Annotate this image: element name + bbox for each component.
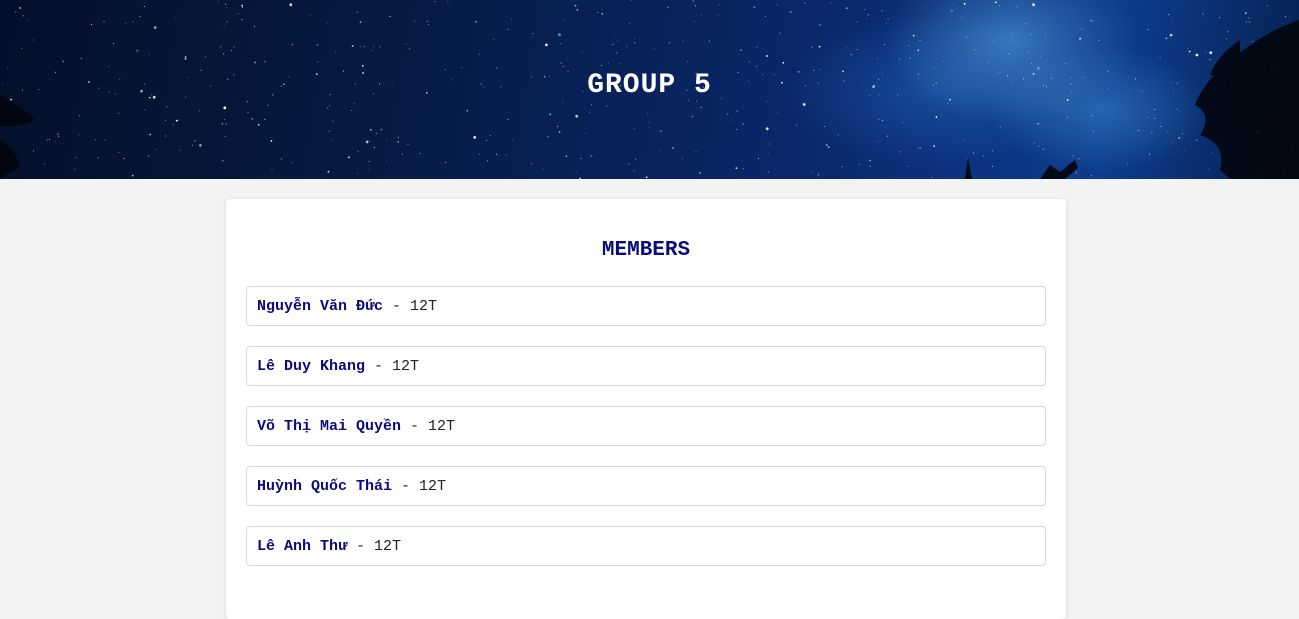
member-separator: - bbox=[392, 477, 420, 495]
member-item: Võ Thị Mai Quyền - 12T bbox=[246, 406, 1046, 446]
header-banner: GROUP 5 bbox=[0, 0, 1299, 179]
member-item: Lê Anh Thư - 12T bbox=[246, 526, 1046, 566]
member-separator: - bbox=[365, 357, 393, 375]
member-name: Võ Thị Mai Quyền bbox=[257, 417, 402, 435]
member-item: Lê Duy Khang - 12T bbox=[246, 346, 1046, 386]
member-separator: - bbox=[383, 297, 411, 315]
page-title: GROUP 5 bbox=[587, 70, 712, 101]
members-list: Nguyễn Văn Đức - 12T Lê Duy Khang - 12T … bbox=[246, 286, 1046, 586]
member-item: Nguyễn Văn Đức - 12T bbox=[246, 286, 1046, 326]
member-class: 12T bbox=[392, 357, 420, 375]
member-separator: - bbox=[401, 417, 429, 435]
member-name: Nguyễn Văn Đức bbox=[257, 297, 384, 315]
member-name: Huỳnh Quốc Thái bbox=[257, 477, 393, 495]
member-class: 12T bbox=[374, 537, 402, 555]
member-class: 12T bbox=[419, 477, 447, 495]
members-card: MEMBERS Nguyễn Văn Đức - 12T Lê Duy Khan… bbox=[226, 199, 1066, 619]
member-class: 12T bbox=[410, 297, 438, 315]
member-separator: - bbox=[347, 537, 375, 555]
members-heading: MEMBERS bbox=[601, 239, 691, 262]
member-class: 12T bbox=[428, 417, 456, 435]
member-name: Lê Duy Khang bbox=[257, 357, 366, 375]
member-item: Huỳnh Quốc Thái - 12T bbox=[246, 466, 1046, 506]
member-name: Lê Anh Thư bbox=[257, 537, 348, 555]
